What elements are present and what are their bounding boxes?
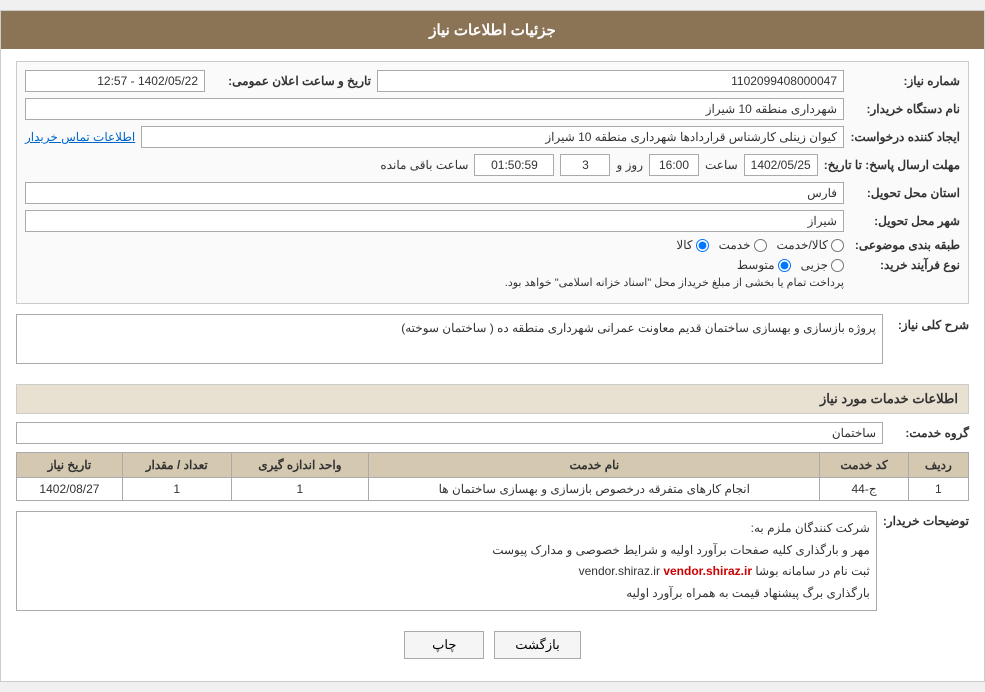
col-header-code: کد خدمت: [820, 453, 908, 478]
contact-link[interactable]: اطلاعات تماس خریدار: [25, 130, 135, 144]
col-header-name: نام خدمت: [369, 453, 820, 478]
purchase-type-medium-label: متوسط: [737, 258, 775, 272]
buyer-notes-section: توضیحات خریدار: شرکت کنندگان ملزم به: مه…: [16, 511, 969, 611]
need-number-value: 1102099408000047: [377, 70, 844, 92]
cell-code: ج-44: [820, 478, 908, 501]
cell-row: 1: [908, 478, 968, 501]
purchase-type-label: نوع فرآیند خرید:: [850, 258, 960, 272]
vendor-link[interactable]: vendor.shiraz.ir: [663, 564, 752, 578]
purchase-type-note: پرداخت تمام یا بخشی از مبلغ خریداز محل "…: [25, 276, 844, 289]
category-goods-service-label: کالا/خدمت: [777, 238, 828, 252]
service-group-value: ساختمان: [16, 422, 883, 444]
services-table: ردیف کد خدمت نام خدمت واحد اندازه گیری ت…: [16, 452, 969, 501]
cell-date: 1402/08/27: [17, 478, 123, 501]
buyer-org-label: نام دستگاه خریدار:: [850, 102, 960, 116]
city-value: شیراز: [25, 210, 844, 232]
category-service-radio[interactable]: [754, 239, 767, 252]
col-header-date: تاریخ نیاز: [17, 453, 123, 478]
category-goods-label: کالا: [676, 238, 692, 252]
deadline-remaining-label: ساعت باقی مانده: [380, 158, 468, 172]
print-button[interactable]: چاپ: [404, 631, 484, 659]
buyer-notes-line3: ثبت نام در سامانه بوشا vendor.shiraz.ir …: [23, 561, 870, 583]
category-radio-group: کالا/خدمت خدمت کالا: [676, 238, 844, 252]
back-button[interactable]: بازگشت: [494, 631, 580, 659]
buyer-notes-line1: شرکت کنندگان ملزم به:: [23, 518, 870, 540]
services-section-title: اطلاعات خدمات مورد نیاز: [16, 384, 969, 414]
need-description-label: شرح کلی نیاز:: [889, 314, 969, 332]
cell-quantity: 1: [122, 478, 231, 501]
date-label: تاریخ و ساعت اعلان عمومی:: [211, 74, 371, 88]
need-number-label: شماره نیاز:: [850, 74, 960, 88]
col-header-row: ردیف: [908, 453, 968, 478]
deadline-days: 3: [560, 154, 610, 176]
table-row: 1 ج-44 انجام کارهای متفرقه درخصوص بازساز…: [17, 478, 969, 501]
purchase-type-medium-radio[interactable]: [778, 259, 791, 272]
deadline-day-label: روز و: [616, 158, 643, 172]
buttons-row: بازگشت چاپ: [16, 621, 969, 669]
page-title: جزئیات اطلاعات نیاز: [1, 11, 984, 49]
category-goods-radio[interactable]: [696, 239, 709, 252]
service-group-label: گروه خدمت:: [889, 426, 969, 440]
province-value: فارس: [25, 182, 844, 204]
col-header-unit: واحد اندازه گیری: [231, 453, 369, 478]
purchase-type-partial-radio[interactable]: [831, 259, 844, 272]
cell-unit: 1: [231, 478, 369, 501]
need-description: پروژه بازسازی و بهسازی ساختمان قدیم معاو…: [16, 314, 883, 364]
buyer-notes-line2: مهر و بارگذاری کلیه صفحات برآورد اولیه و…: [23, 540, 870, 562]
col-header-quantity: تعداد / مقدار: [122, 453, 231, 478]
cell-name: انجام کارهای متفرقه درخصوص بازسازی و بهس…: [369, 478, 820, 501]
deadline-label: مهلت ارسال پاسخ: تا تاریخ:: [824, 158, 960, 172]
category-service-label: خدمت: [719, 238, 751, 252]
deadline-time: 16:00: [649, 154, 699, 176]
requester-label: ایجاد کننده درخواست:: [850, 130, 960, 144]
buyer-notes-content: شرکت کنندگان ملزم به: مهر و بارگذاری کلی…: [16, 511, 877, 611]
city-label: شهر محل تحویل:: [850, 214, 960, 228]
buyer-org-value: شهرداری منطقه 10 شیراز: [25, 98, 844, 120]
requester-value: کیوان زینلی کارشناس قراردادها شهرداری من…: [141, 126, 844, 148]
purchase-type-partial-label: جزیی: [801, 258, 828, 272]
buyer-notes-line4: بارگذاری برگ پیشنهاد قیمت به همراه برآور…: [23, 583, 870, 605]
buyer-notes-label: توضیحات خریدار:: [883, 511, 969, 611]
category-label: طبقه بندی موضوعی:: [850, 238, 960, 252]
province-label: استان محل تحویل:: [850, 186, 960, 200]
deadline-time-label: ساعت: [705, 158, 738, 172]
date-value: 1402/05/22 - 12:57: [25, 70, 205, 92]
category-goods-service-radio[interactable]: [831, 239, 844, 252]
deadline-date: 1402/05/25: [744, 154, 818, 176]
deadline-remaining: 01:50:59: [474, 154, 554, 176]
